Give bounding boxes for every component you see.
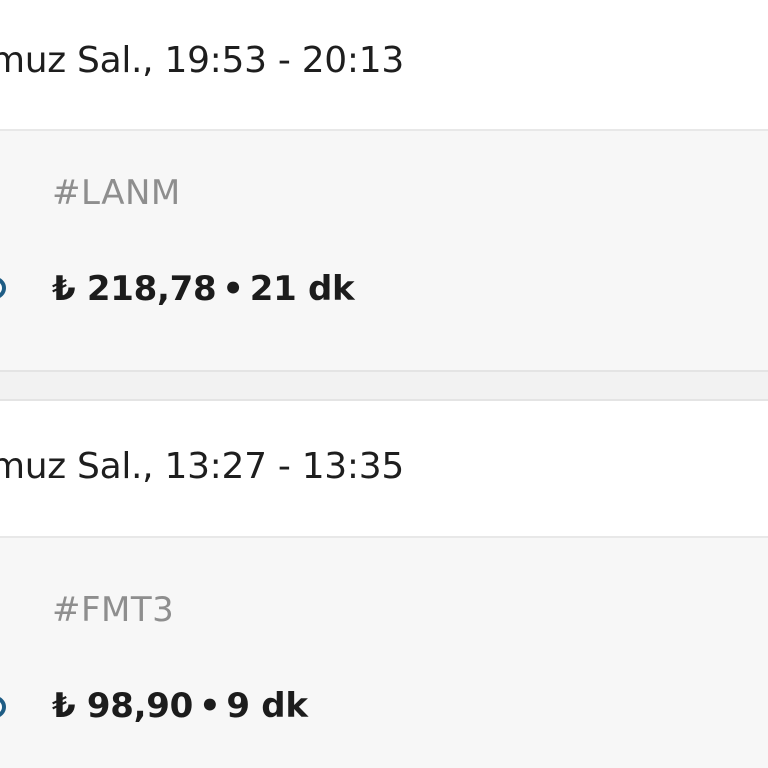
trip-price: ₺ 218,78 bbox=[52, 269, 217, 309]
trip-duration: 21 dk bbox=[249, 269, 355, 309]
trip-card[interactable]: muz Sal., 13:27 - 13:35 #FMT3 ₺ 98,90 • 9 … bbox=[0, 399, 768, 768]
trip-summary: ₺ 98,90 • 9 dk bbox=[52, 686, 308, 726]
trip-history-list: muz Sal., 19:53 - 20:13 #LANM ₺ 218,78 • 2… bbox=[0, 0, 768, 768]
trip-datetime: muz Sal., 19:53 - 20:13 bbox=[0, 40, 404, 81]
trip-summary: ₺ 218,78 • 21 dk bbox=[52, 269, 355, 309]
summary-separator: • bbox=[222, 269, 244, 309]
trip-price: ₺ 98,90 bbox=[52, 686, 193, 726]
vehicle-dot-icon bbox=[0, 277, 6, 299]
trip-duration: 9 dk bbox=[226, 686, 308, 726]
trip-header: muz Sal., 19:53 - 20:13 bbox=[0, 0, 768, 131]
vehicle-dot-icon bbox=[0, 696, 6, 718]
trip-details: #FMT3 ₺ 98,90 • 9 dk bbox=[0, 538, 768, 768]
trip-card[interactable]: muz Sal., 19:53 - 20:13 #LANM ₺ 218,78 • 2… bbox=[0, 0, 768, 372]
summary-separator: • bbox=[198, 686, 221, 726]
trip-code: #FMT3 bbox=[52, 590, 175, 630]
trip-details: #LANM ₺ 218,78 • 21 dk bbox=[0, 131, 768, 370]
trip-datetime: muz Sal., 13:27 - 13:35 bbox=[0, 446, 404, 487]
trip-code: #LANM bbox=[52, 173, 181, 213]
trip-header: muz Sal., 13:27 - 13:35 bbox=[0, 401, 768, 538]
